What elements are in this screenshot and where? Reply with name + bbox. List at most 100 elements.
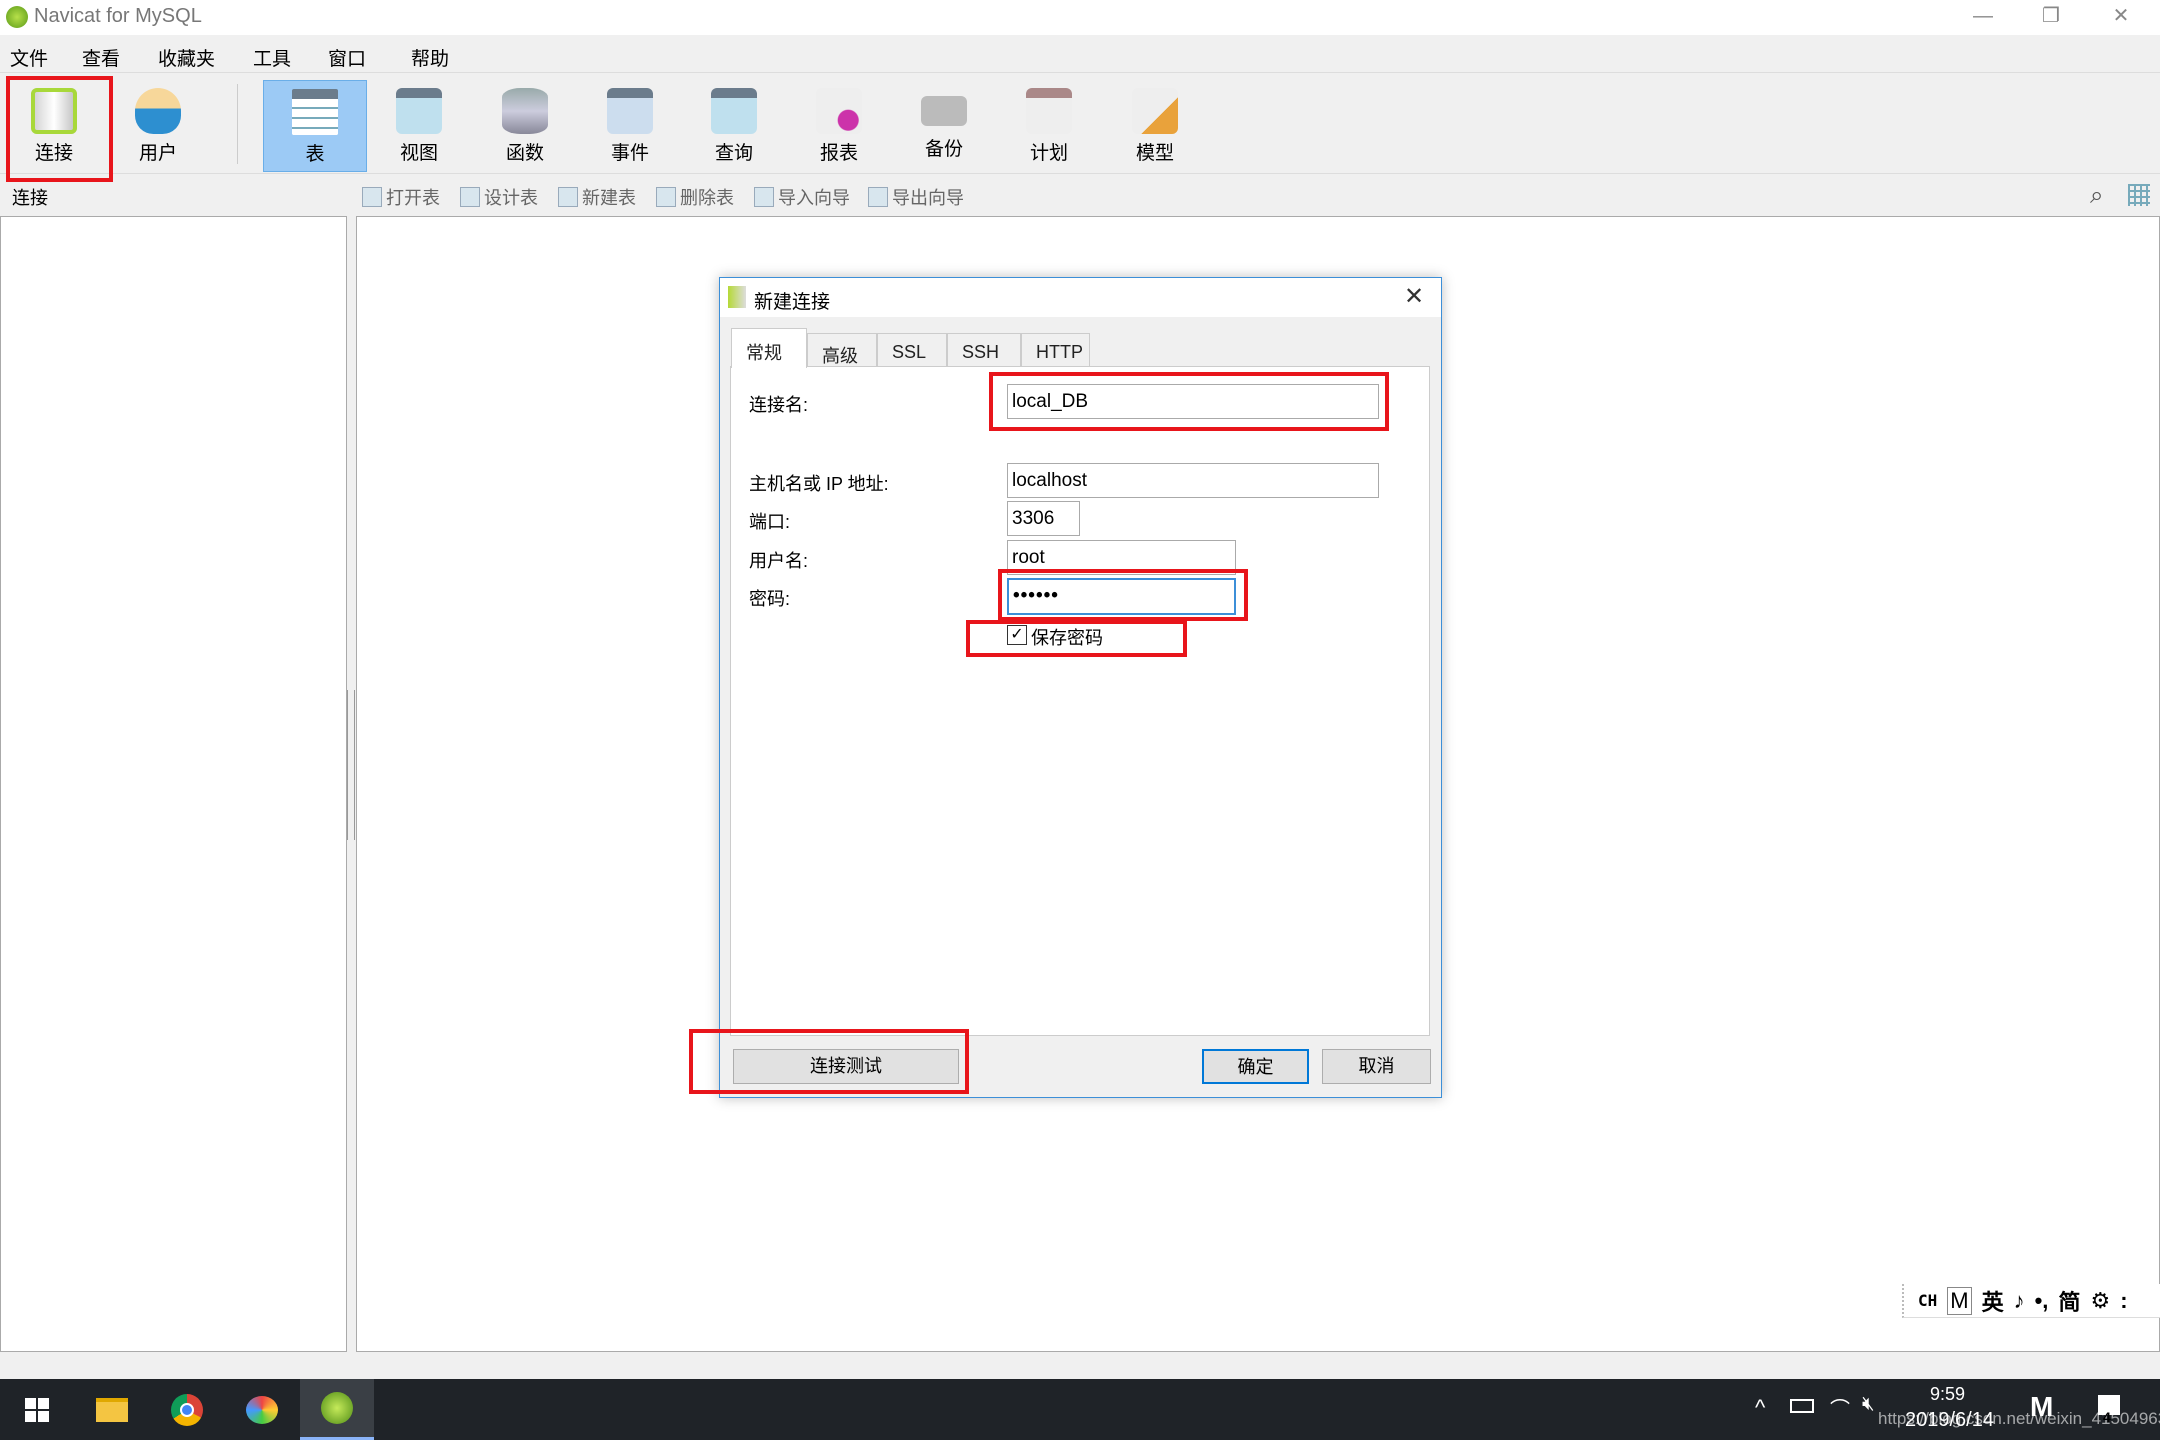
minimize-button[interactable]: — — [1950, 0, 2016, 35]
windows-icon — [25, 1397, 49, 1422]
toolbar-label: 视图 — [399, 143, 438, 164]
ime-punct[interactable]: ♪ — [2014, 1288, 2025, 1314]
tab-http[interactable]: HTTP — [1021, 333, 1090, 367]
start-button[interactable] — [0, 1379, 74, 1440]
dialog-close-icon[interactable]: ✕ — [1404, 282, 1424, 311]
toolbar-backup[interactable]: 备份 — [894, 80, 994, 172]
toolbar-label: 查询 — [714, 143, 753, 164]
grid-view-icon[interactable] — [2128, 184, 2150, 206]
ime-mode[interactable]: M — [1947, 1286, 1972, 1315]
host-input[interactable] — [1007, 463, 1379, 498]
menu-view[interactable]: 查看 — [82, 44, 120, 71]
clock-time[interactable]: 9:59 — [1930, 1384, 1965, 1405]
ime-english[interactable]: 英 — [1982, 1285, 2004, 1317]
status-bar — [0, 1354, 2160, 1379]
user-icon — [135, 88, 181, 134]
menu-help[interactable]: 帮助 — [411, 44, 449, 71]
title-bar: Navicat for MySQL — ❐ ✕ — [0, 0, 2160, 35]
battery-icon[interactable] — [1790, 1399, 1814, 1413]
username-label: 用户名: — [749, 551, 809, 571]
ok-button[interactable]: 确定 — [1202, 1049, 1309, 1084]
delete-table-button[interactable]: 删除表 — [656, 184, 734, 210]
cancel-button[interactable]: 取消 — [1322, 1049, 1431, 1084]
ime-lang[interactable]: CH — [1918, 1291, 1937, 1310]
view-icon — [396, 88, 442, 134]
toolbar-event[interactable]: 事件 — [580, 80, 680, 172]
ime-more[interactable]: : — [2120, 1288, 2127, 1314]
port-label: 端口: — [749, 512, 791, 532]
toolbar-label: 模型 — [1135, 143, 1174, 164]
toolbar-view[interactable]: 视图 — [369, 80, 469, 172]
menu-favorites[interactable]: 收藏夹 — [158, 44, 215, 71]
action-label: 打开表 — [386, 188, 440, 208]
menu-tools[interactable]: 工具 — [253, 44, 291, 71]
ime-settings-icon[interactable]: ⚙ — [2090, 1288, 2110, 1314]
taskbar-file-explorer[interactable] — [75, 1379, 149, 1440]
tab-ssh[interactable]: SSH — [947, 333, 1021, 367]
tab-ssl[interactable]: SSL — [877, 333, 947, 367]
export-wizard-button[interactable]: 导出向导 — [868, 184, 964, 210]
wifi-icon[interactable]: ⌒ — [1830, 1393, 1850, 1422]
window-title: Navicat for MySQL — [34, 5, 202, 27]
open-table-button[interactable]: 打开表 — [362, 184, 440, 210]
toolbar-label: 表 — [305, 144, 325, 165]
tab-general[interactable]: 常规 — [731, 328, 807, 368]
ime-tray-icon[interactable]: M — [2030, 1391, 2053, 1423]
query-icon — [711, 88, 757, 134]
toolbar-model[interactable]: 模型 — [1105, 80, 1205, 172]
ime-symbol[interactable]: •, — [2035, 1288, 2049, 1314]
port-input[interactable] — [1007, 501, 1080, 536]
toolbar-schedule[interactable]: 计划 — [999, 80, 1099, 172]
password-label: 密码: — [749, 589, 791, 609]
taskbar-navicat[interactable] — [300, 1379, 374, 1440]
pane-splitter[interactable] — [347, 690, 355, 840]
menu-file[interactable]: 文件 — [10, 44, 48, 71]
toolbar-label: 计划 — [1029, 143, 1068, 164]
design-table-icon — [460, 187, 480, 207]
taskbar: ^ ⌒ 🔇︎ 9:59 2019/6/14 https://blog.csdn.… — [0, 1379, 2160, 1440]
connection-name-label: 连接名: — [749, 395, 809, 415]
close-button[interactable]: ✕ — [2088, 0, 2154, 35]
app-logo-icon — [6, 6, 28, 28]
toolbar-label: 用户 — [138, 143, 177, 164]
highlight-test-connection — [689, 1029, 969, 1094]
ime-toolbar: CH M 英 ♪ •, 简 ⚙ : — [1902, 1284, 2160, 1318]
toolbar-label: 备份 — [924, 139, 963, 160]
navicat-icon — [321, 1392, 353, 1424]
toolbar-report[interactable]: 报表 — [789, 80, 889, 172]
toolbar-query[interactable]: 查询 — [684, 80, 784, 172]
ime-simplified[interactable]: 简 — [2058, 1285, 2080, 1317]
action-label: 新建表 — [582, 188, 636, 208]
tab-advanced[interactable]: 高级 — [807, 333, 877, 367]
menu-window[interactable]: 窗口 — [328, 44, 366, 71]
event-icon — [607, 88, 653, 134]
volume-muted-icon[interactable]: 🔇︎ — [1862, 1393, 1875, 1416]
connection-tree-pane[interactable] — [0, 216, 347, 1352]
delete-table-icon — [656, 187, 676, 207]
toolbar-user[interactable]: 用户 — [108, 80, 208, 172]
highlight-connection — [6, 76, 113, 182]
chrome-icon — [171, 1393, 203, 1426]
toolbar-table[interactable]: 表 — [263, 80, 367, 172]
tray-expand-icon[interactable]: ^ — [1755, 1395, 1765, 1421]
menu-bar: 文件 查看 收藏夹 工具 窗口 帮助 — [0, 36, 2160, 73]
toolbar-label: 事件 — [610, 143, 649, 164]
search-icon[interactable]: ⌕ — [2090, 182, 2103, 210]
notification-count: 4 — [2103, 1409, 2111, 1425]
model-icon — [1132, 88, 1178, 134]
folder-icon — [96, 1397, 128, 1422]
import-wizard-button[interactable]: 导入向导 — [754, 184, 850, 210]
taskbar-paint[interactable] — [225, 1379, 299, 1440]
new-table-icon — [558, 187, 578, 207]
schedule-icon — [1026, 88, 1072, 134]
action-label: 删除表 — [680, 188, 734, 208]
design-table-button[interactable]: 设计表 — [460, 184, 538, 210]
report-icon — [816, 88, 862, 134]
new-table-button[interactable]: 新建表 — [558, 184, 636, 210]
toolbar-function[interactable]: 函数 — [475, 80, 575, 172]
pane-title: 连接 — [12, 188, 48, 208]
main-toolbar: 连接 用户 表 视图 函数 事件 查询 报表 备份 计划 模型 — [0, 74, 2160, 174]
taskbar-chrome[interactable] — [150, 1379, 224, 1440]
restore-button[interactable]: ❐ — [2018, 0, 2084, 35]
action-label: 导出向导 — [892, 188, 964, 208]
